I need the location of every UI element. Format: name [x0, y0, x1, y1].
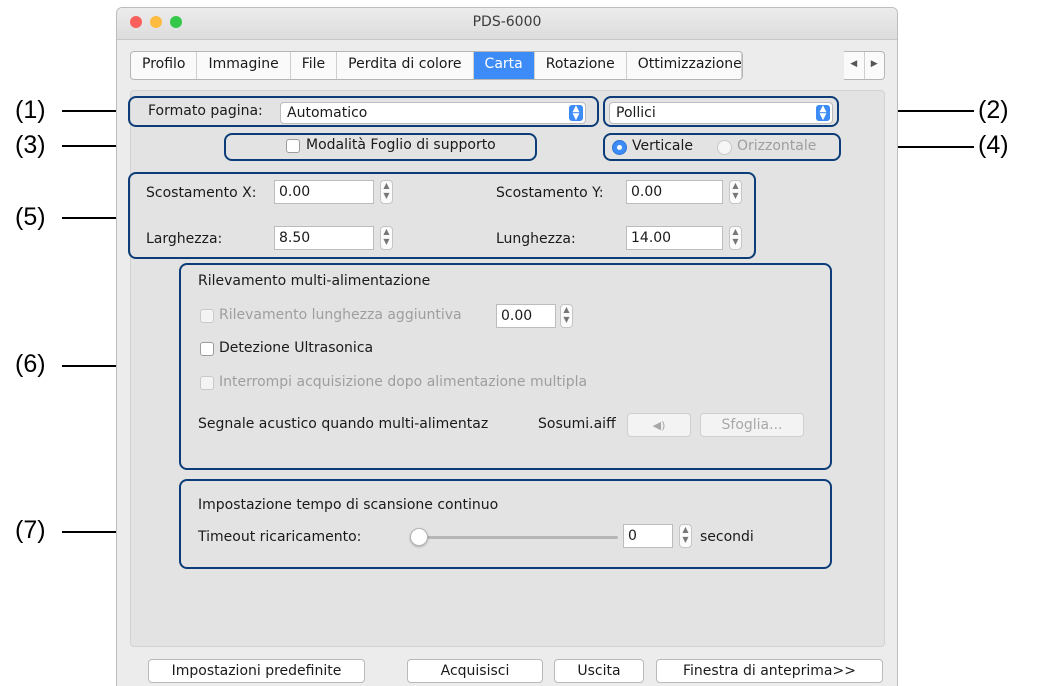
extra-length-stepper[interactable]: ▲ ▼	[560, 304, 573, 328]
length-input[interactable]: 14.00	[626, 226, 723, 250]
tab-scroll-left-icon[interactable]: ◀	[844, 52, 864, 79]
continuous-title: Impostazione tempo di scansione continuo	[198, 497, 499, 513]
select-arrows-icon: ▲ ▼	[816, 105, 830, 122]
carrier-sheet-label: Modalità Foglio di supporto	[306, 137, 496, 153]
width-label: Larghezza:	[146, 231, 223, 247]
browse-button[interactable]: Sfoglia...	[700, 413, 804, 437]
tab-bar: Profilo Immagine File Perdita di colore …	[130, 51, 743, 80]
stop-after-multifeed-label: Interrompi acquisizione dopo alimentazio…	[219, 374, 588, 390]
callout-6: (6)	[15, 350, 46, 378]
orientation-horizontal-label: Orizzontale	[737, 138, 817, 154]
extra-length-checkbox[interactable]	[200, 309, 214, 323]
callout-4: (4)	[978, 131, 1009, 159]
preview-button[interactable]: Finestra di anteprima>>	[656, 659, 883, 683]
offset-x-stepper[interactable]: ▲ ▼	[380, 180, 393, 204]
sound-label: Segnale acustico quando multi-alimentaz	[198, 416, 489, 432]
callout-5: (5)	[15, 203, 46, 231]
title-bar: PDS-6000	[117, 8, 897, 40]
orientation-horizontal-radio[interactable]	[717, 140, 732, 155]
carrier-sheet-checkbox[interactable]	[286, 139, 300, 153]
extra-length-label: Rilevamento lunghezza aggiuntiva	[219, 307, 462, 323]
sound-file: Sosumi.aiff	[538, 416, 616, 432]
callout-1: (1)	[15, 96, 46, 124]
page-format-label: Formato pagina:	[148, 103, 263, 119]
continuous-highlight	[179, 479, 832, 569]
length-stepper[interactable]: ▲ ▼	[729, 226, 742, 250]
timeout-unit: secondi	[700, 529, 754, 545]
tab-carta[interactable]: Carta	[473, 52, 535, 79]
orientation-vertical-radio[interactable]	[612, 140, 627, 155]
timeout-slider-knob[interactable]	[410, 528, 428, 546]
timeout-slider-track[interactable]	[410, 536, 618, 539]
stop-after-multifeed-checkbox[interactable]	[200, 376, 214, 390]
tab-scroll-arrows: ◀ ▶	[844, 51, 885, 80]
unit-select[interactable]: Pollici ▲ ▼	[609, 102, 833, 124]
tab-file[interactable]: File	[291, 52, 338, 79]
ultrasonic-label: Detezione Ultrasonica	[219, 340, 374, 356]
defaults-button[interactable]: Impostazioni predefinite	[148, 659, 365, 683]
timeout-label: Timeout ricaricamento:	[198, 529, 362, 545]
speaker-icon: ◀)	[652, 419, 666, 432]
settings-window: PDS-6000 Profilo Immagine File Perdita d…	[116, 7, 898, 686]
offset-y-stepper[interactable]: ▲ ▼	[729, 180, 742, 204]
callout-3: (3)	[15, 131, 46, 159]
offset-x-label: Scostamento X:	[146, 185, 257, 201]
tab-rotazione[interactable]: Rotazione	[535, 52, 627, 79]
timeout-input[interactable]: 0	[623, 524, 673, 548]
tab-profilo[interactable]: Profilo	[131, 52, 198, 79]
tab-scroll-right-icon[interactable]: ▶	[863, 52, 885, 79]
offset-x-input[interactable]: 0.00	[274, 180, 374, 204]
tab-ottimizzazione[interactable]: Ottimizzazione	[627, 52, 742, 79]
tab-perdita-di-colore[interactable]: Perdita di colore	[337, 52, 474, 79]
length-label: Lunghezza:	[496, 231, 576, 247]
orientation-vertical-label: Verticale	[632, 138, 694, 154]
scan-button[interactable]: Acquisisci	[407, 659, 543, 683]
page-format-select[interactable]: Automatico ▲ ▼	[280, 102, 586, 124]
width-input[interactable]: 8.50	[274, 226, 374, 250]
timeout-stepper[interactable]: ▲ ▼	[679, 524, 692, 548]
tab-immagine[interactable]: Immagine	[197, 52, 291, 79]
multifeed-title: Rilevamento multi-alimentazione	[198, 273, 431, 289]
offset-y-input[interactable]: 0.00	[626, 180, 723, 204]
callout-2: (2)	[978, 96, 1009, 124]
page-format-value: Automatico	[287, 105, 368, 121]
ultrasonic-checkbox[interactable]	[200, 342, 214, 356]
extra-length-input[interactable]: 0.00	[496, 304, 556, 328]
exit-button[interactable]: Uscita	[554, 659, 644, 683]
unit-value: Pollici	[616, 105, 656, 121]
width-stepper[interactable]: ▲ ▼	[380, 226, 393, 250]
window-title: PDS-6000	[472, 14, 542, 30]
callout-7: (7)	[15, 516, 46, 544]
select-arrows-icon: ▲ ▼	[569, 105, 583, 122]
play-sound-button[interactable]: ◀)	[627, 413, 691, 437]
offset-y-label: Scostamento Y:	[496, 185, 604, 201]
multifeed-highlight	[179, 263, 832, 470]
